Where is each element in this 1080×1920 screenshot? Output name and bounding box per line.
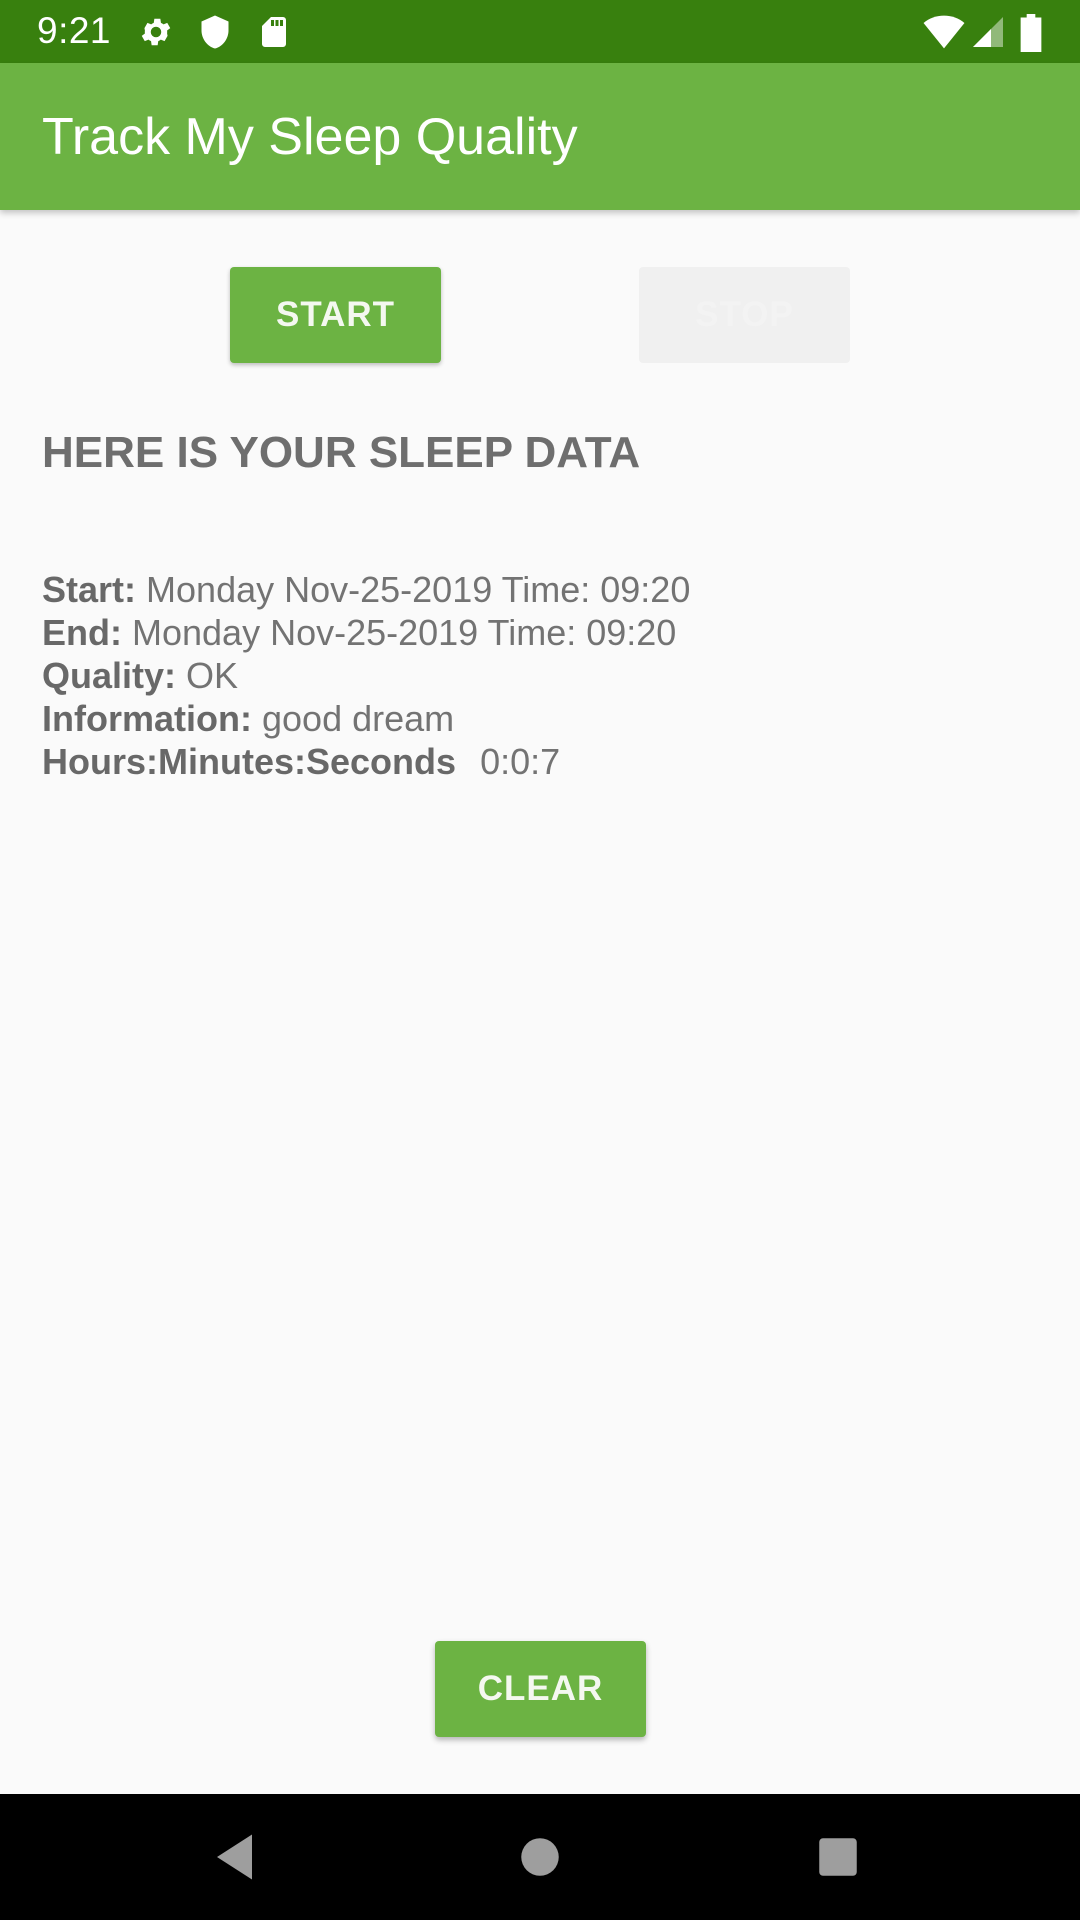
end-value: Monday Nov-25-2019 Time: 09:20 [132,612,677,653]
end-row: End: Monday Nov-25-2019 Time: 09:20 [42,611,690,654]
recents-icon[interactable] [808,1827,868,1887]
screen: 9:21 Track My Sleep Quality START STOP H… [0,0,1080,1920]
quality-label: Quality: [42,655,177,696]
quality-value: OK [186,655,239,696]
start-label: Start: [42,569,137,610]
app-bar: Track My Sleep Quality [0,63,1080,210]
start-row: Start: Monday Nov-25-2019 Time: 09:20 [42,568,690,611]
duration-row: Hours:Minutes:Seconds 0:0:7 [42,740,690,783]
stop-button[interactable]: STOP [639,267,850,363]
quality-row: Quality: OK [42,654,690,697]
end-label: End: [42,612,122,653]
status-bar: 9:21 [0,0,1080,63]
sleep-data-block: Start: Monday Nov-25-2019 Time: 09:20 En… [42,568,690,783]
start-value: Monday Nov-25-2019 Time: 09:20 [146,569,691,610]
status-time: 9:21 [37,10,112,51]
information-row: Information: good dream [42,697,690,740]
shield-icon [197,14,233,50]
cell-signal-icon [970,14,1006,50]
app-title: Track My Sleep Quality [42,108,578,166]
gear-icon [138,14,174,50]
information-label: Information: [42,698,252,739]
clear-button[interactable]: CLEAR [435,1641,646,1737]
home-icon[interactable] [510,1827,570,1887]
sleep-data-heading: HERE IS YOUR SLEEP DATA [42,428,641,477]
duration-value: 0:0:7 [480,741,561,782]
sd-card-icon [256,14,292,50]
battery-icon [1018,14,1044,52]
start-button[interactable]: START [230,267,441,363]
duration-label: Hours:Minutes:Seconds [42,741,457,782]
back-icon[interactable] [207,1827,267,1887]
wifi-icon [922,14,966,50]
navigation-bar [0,1794,1080,1920]
information-value: good dream [262,698,455,739]
